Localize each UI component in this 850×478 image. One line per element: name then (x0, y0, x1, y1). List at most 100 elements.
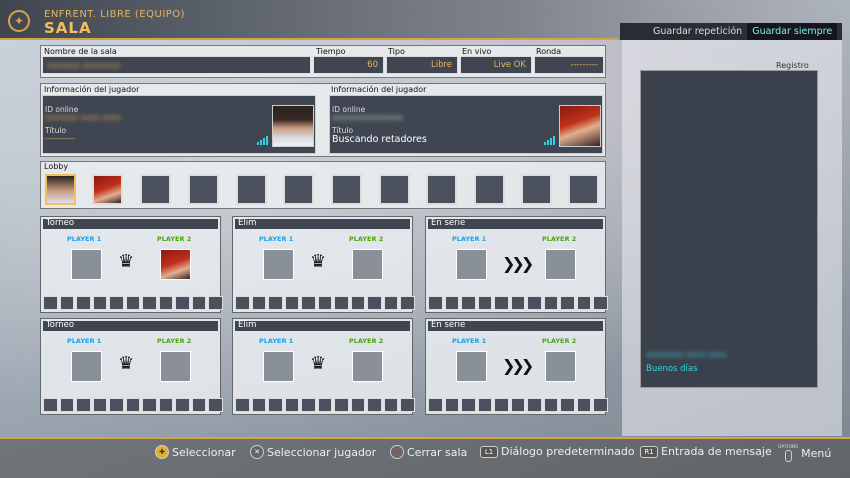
default-dialog-hint[interactable]: L1 Diálogo predeterminado (480, 445, 635, 458)
player2-label: PLAYER 2 (542, 337, 577, 345)
player2-label: PLAYER 2 (542, 235, 577, 243)
round-value: --------- (570, 60, 598, 70)
player2-label: PLAYER 2 (349, 235, 384, 243)
match-box-2[interactable]: Elim PLAYER 1 PLAYER 2 ♛ (232, 216, 415, 313)
footer-divider (0, 437, 850, 439)
match-box-5[interactable]: Elim PLAYER 1 PLAYER 2 ♛ (232, 318, 415, 415)
kof-logo-icon: ✦ (8, 10, 30, 32)
lobby-slot-2[interactable] (92, 174, 123, 205)
live-cell: Live OK (460, 56, 532, 74)
dpad-icon: ✚ (155, 445, 169, 459)
player1-label: PLAYER 1 (452, 337, 487, 345)
match-box-1[interactable]: Torneo PLAYER 1 PLAYER 2 ♛ (40, 216, 223, 313)
close-room-hint[interactable]: ◯ Cerrar sala (390, 445, 467, 459)
signal-strength-icon (257, 136, 268, 145)
player1-slot[interactable] (71, 351, 102, 382)
player1-slot[interactable] (456, 249, 487, 280)
room-name-label: Nombre de la sala (44, 47, 117, 56)
player2-slot[interactable] (160, 249, 191, 280)
player-left-card[interactable]: ID online xxxxxxx xxxx xxxx Título -----… (42, 95, 316, 154)
player1-slot[interactable] (263, 249, 294, 280)
match-title: Torneo (46, 320, 75, 330)
select-hint[interactable]: ✚ Seleccionar (155, 445, 236, 459)
select-player-hint[interactable]: ✕ Seleccionar jugador (250, 445, 376, 459)
type-value: Libre (430, 60, 452, 70)
match-title: Elim (238, 218, 257, 228)
match-box-4[interactable]: Torneo PLAYER 1 PLAYER 2 ♛ (40, 318, 223, 415)
match-box-6[interactable]: En serie PLAYER 1 PLAYER 2 ❯❯❯ (425, 318, 608, 415)
player2-slot[interactable] (352, 351, 383, 382)
player1-slot[interactable] (263, 351, 294, 382)
log-sender: xxxxxxxx xxxx xxxx (646, 350, 727, 359)
time-label: Tiempo (316, 47, 346, 56)
time-cell: 60 (313, 56, 384, 74)
chevron-right-icon: ❯❯❯ (502, 254, 534, 273)
player2-slot[interactable] (352, 249, 383, 280)
player-right-header: Información del jugador (331, 85, 427, 94)
room-name-value: xxxxxxx xxxxxxxx (47, 61, 121, 70)
player-right-card[interactable]: ID online xxxxxxxxxxxxxxx Título Buscand… (329, 95, 603, 154)
header-divider (0, 38, 618, 40)
cross-button-icon: ✕ (250, 445, 264, 459)
lobby-slot-4[interactable] (188, 174, 219, 205)
match-title: En serie (431, 320, 466, 330)
r1-button-icon: R1 (640, 445, 658, 458)
lobby-label: Lobby (44, 162, 69, 171)
lobby-slot-9[interactable] (426, 174, 457, 205)
options-button-icon: OPTIONS (778, 445, 798, 462)
player1-label: PLAYER 1 (67, 337, 102, 345)
lobby-slot-3[interactable] (140, 174, 171, 205)
chat-log[interactable]: xxxxxxxx xxxx xxxx Buenos días (640, 70, 818, 388)
player-left-title-value: ----------- (45, 134, 75, 143)
page-title: SALA (44, 19, 92, 37)
lobby-slot-1[interactable] (45, 174, 76, 205)
lobby-slot-6[interactable] (283, 174, 314, 205)
type-cell: Libre (386, 56, 458, 74)
lobby-slot-12[interactable] (568, 174, 599, 205)
player2-label: PLAYER 2 (157, 337, 192, 345)
log-message: Buenos días (646, 364, 698, 374)
l1-button-icon: L1 (480, 445, 498, 458)
signal-strength-icon (544, 136, 555, 145)
match-header: Elim (235, 218, 410, 229)
match-header: En serie (428, 320, 603, 331)
tab-save-replay[interactable]: Guardar repetición (620, 23, 747, 40)
replay-tabs: Guardar repetición Guardar siempre (620, 23, 842, 40)
lobby-slot-5[interactable] (236, 174, 267, 205)
team-slots (43, 398, 223, 412)
crown-icon: ♛ (310, 251, 327, 272)
chevron-right-icon: ❯❯❯ (502, 356, 534, 375)
tab-save-always[interactable]: Guardar siempre (747, 23, 838, 40)
match-header: En serie (428, 218, 603, 229)
match-header: Elim (235, 320, 410, 331)
circle-button-icon: ◯ (390, 445, 404, 459)
lobby-slot-10[interactable] (474, 174, 505, 205)
lobby-slot-8[interactable] (379, 174, 410, 205)
match-title: Torneo (46, 218, 75, 228)
match-header: Torneo (43, 320, 218, 331)
crown-icon: ♛ (310, 353, 327, 374)
player1-label: PLAYER 1 (259, 337, 294, 345)
default-dialog-label: Diálogo predeterminado (501, 445, 635, 458)
player2-slot[interactable] (545, 351, 576, 382)
player1-label: PLAYER 1 (67, 235, 102, 243)
player1-slot[interactable] (71, 249, 102, 280)
player-right-title-value: Buscando retadores (332, 134, 427, 145)
lobby-slot-7[interactable] (331, 174, 362, 205)
team-slots (235, 296, 415, 310)
round-cell: --------- (534, 56, 604, 74)
player1-slot[interactable] (456, 351, 487, 382)
player2-slot[interactable] (160, 351, 191, 382)
player-left-header: Información del jugador (44, 85, 140, 94)
match-box-3[interactable]: En serie PLAYER 1 PLAYER 2 ❯❯❯ (425, 216, 608, 313)
close-room-label: Cerrar sala (407, 445, 468, 459)
player1-label: PLAYER 1 (452, 235, 487, 243)
player-left-portrait (272, 105, 314, 147)
menu-hint[interactable]: OPTIONS Menú (778, 445, 831, 462)
message-input-hint[interactable]: R1 Entrada de mensaje (640, 445, 772, 458)
player-left-id-value: xxxxxxx xxxx xxxx (45, 113, 122, 122)
player2-slot[interactable] (545, 249, 576, 280)
type-label: Tipo (388, 47, 405, 56)
lobby-slot-11[interactable] (521, 174, 552, 205)
menu-label: Menú (801, 447, 832, 460)
